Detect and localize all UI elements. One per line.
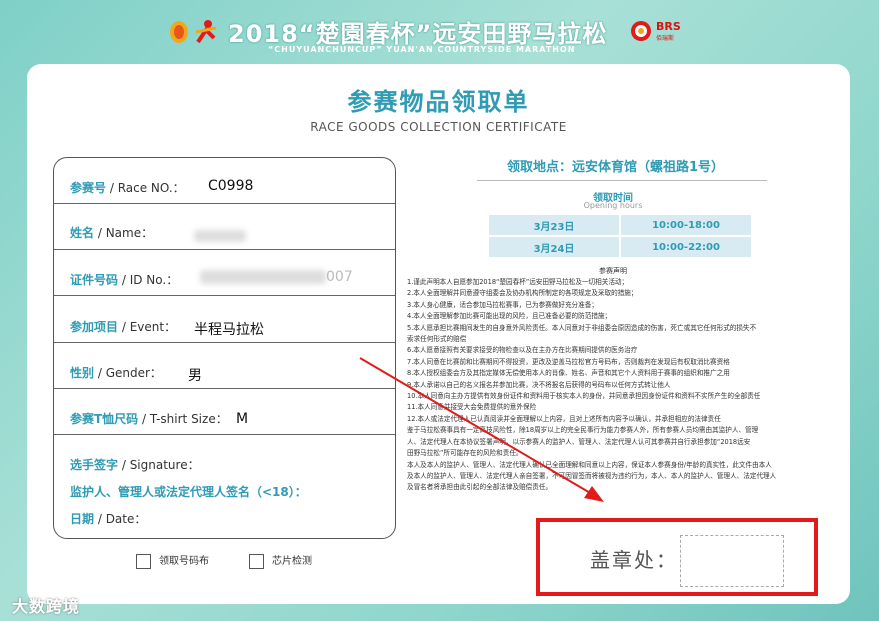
declaration-line: 鉴于马拉松赛事具有一定高技风险性，除18周岁以上的完全民事行为能力参赛人外，所有…: [407, 426, 759, 435]
id-value-tail: 007: [326, 269, 353, 285]
declaration-line: 索求任何形式的赔偿: [407, 335, 467, 344]
brs-logo: BRS: [656, 20, 681, 33]
runner-logo-icon: [195, 20, 217, 44]
hours-date: 3月23日: [487, 213, 621, 237]
event-label: 参加项目 / Event：: [70, 320, 177, 334]
race-no-label: 参赛号 / Race NO.：: [70, 181, 185, 195]
declaration-line: 田野马拉松”所可能存在的风险和责任。: [407, 449, 523, 458]
id-row: 证件号码 / ID No.： 007: [54, 250, 395, 296]
declaration-line: 10.本人同意向主办方提供有效身份证件和资料用于核实本人的身份，并同意承担因身份…: [407, 392, 761, 401]
declaration-line: 5.本人愿承担比赛期间发生的自身意外风险责任。本人同意对于非组委会原因造成的伤害…: [407, 323, 757, 332]
declaration-line: 6.本人愿意接照有关要求接受的物检查以及在主办方在比赛期间提供的医务治疗: [407, 346, 638, 355]
declaration-line: 3.本人身心健康，适合参加马拉松赛事，已为参赛做好充分准备；: [407, 300, 598, 309]
declaration-title: 参赛声明: [599, 267, 627, 275]
id-label: 证件号码 / ID No.：: [70, 273, 179, 287]
tshirt-label: 参赛T恤尺码 / T-shirt Size：: [70, 412, 228, 426]
declaration-text: 1.谨此声明本人自愿参加2018“楚园春杯”远安田野马拉松及一切相关活动； 2.…: [407, 277, 819, 494]
declaration-line: 7.本人同意在比赛前和比赛期间不得投资，更改及逆盖马拉松官方号码布，否则裁判在发…: [407, 357, 730, 366]
declaration-line: 8.本人授权组委会方及其指定媒体无偿使用本人的肖像、姓名、声音和其它个人资料用于…: [407, 369, 730, 378]
chip-check[interactable]: 芯片检测: [249, 552, 312, 569]
declaration-line: 9.本人承诺以自己的名义报名并参加比赛，决不将报名后获得的号码布以任何方式转让他…: [407, 380, 671, 389]
sponsor-logo-icon: [631, 21, 651, 41]
event-logo-icon: [170, 21, 188, 43]
name-redacted: [194, 230, 246, 242]
hours-date: 3月24日: [487, 235, 621, 259]
declaration-line: 及冒名者将承担由此引起的全部法律及赔偿责任。: [407, 483, 553, 492]
watermark: 大数跨境: [12, 597, 81, 616]
gender-value: 男: [188, 368, 202, 384]
date-label: 日期 / Date：: [70, 512, 147, 526]
chip-check-label: 芯片检测: [272, 556, 312, 567]
hours-row: 3月23日 10:00-18:00: [487, 213, 753, 237]
declaration-line: 1.谨此声明本人自愿参加2018“楚园春杯”远安田野马拉松及一切相关活动；: [407, 278, 629, 286]
gender-label: 性别 / Gender：: [70, 366, 162, 380]
gender-row: 性别 / Gender： 男: [54, 343, 395, 389]
id-redacted: [200, 270, 326, 284]
signature-label: 选手签字 / Signature：: [70, 458, 200, 472]
declaration-line: 12.本人或法定代理人已认真阅读并全面理解以上内容，且对上述所有内容予以确认，并…: [407, 414, 721, 423]
banner-subtitle: “CHUYUANCHUNCUP” YUAN'AN COUNTRYSIDE MAR…: [268, 45, 576, 54]
hours-time: 10:00-22:00: [619, 235, 753, 259]
event-banner: 2018“楚園春杯”远安田野马拉松 “CHUYUANCHUNCUP” YUAN'…: [0, 0, 879, 62]
stamp-highlight-box: 盖章处：: [536, 518, 818, 596]
location-divider: [477, 180, 767, 181]
hours-title-en: Opening hours: [583, 201, 643, 210]
certificate-title-en: RACE GOODS COLLECTION CERTIFICATE: [310, 120, 567, 134]
entrant-form: 参赛号 / Race NO.： C0998 姓名 / Name： 证件号码 / …: [53, 157, 396, 539]
declaration-line: 2.本人全面理解并同意遵守组委会及协办机构所制定的各项规定及采取的措施；: [407, 289, 638, 298]
tshirt-row: 参赛T恤尺码 / T-shirt Size： M: [54, 389, 395, 435]
declaration-line: 及本人的监护人、管理人、法定代理人亲自签署，不可因冒签而将被视为违约行为，本人、…: [407, 471, 777, 480]
stamp-area: [680, 535, 784, 587]
bib-check-label: 领取号码布: [159, 556, 209, 567]
brs-logo-sub: 佰瑞斯: [656, 35, 675, 42]
event-value: 半程马拉松: [194, 322, 264, 338]
name-row: 姓名 / Name：: [54, 204, 395, 250]
declaration-line: 4.本人全面理解参加比赛可能出现的风险，且已准备必要的防范措施；: [407, 312, 612, 321]
name-label: 姓名 / Name：: [70, 226, 154, 240]
hours-time: 10:00-18:00: [619, 213, 753, 237]
declaration-line: 人、法定代理人在本协议签署声明，以示参赛人的监护人、管理人、法定代理人认可其参赛…: [407, 437, 751, 446]
signature-block: 选手签字 / Signature： 监护人、管理人或法定代理人签名（<18）： …: [54, 435, 395, 535]
collection-location: 领取地点：远安体育馆（螺祖路1号）: [507, 160, 725, 175]
chip-checkbox[interactable]: [249, 553, 264, 569]
hours-row: 3月24日 10:00-22:00: [487, 235, 753, 259]
tshirt-value: M: [236, 411, 249, 427]
certificate-title: 参赛物品领取单: [347, 88, 530, 116]
banner-title: 2018“楚園春杯”远安田野马拉松: [228, 20, 608, 48]
race-no-row: 参赛号 / Race NO.： C0998: [54, 158, 395, 204]
race-no-value: C0998: [208, 178, 254, 194]
event-row: 参加项目 / Event： 半程马拉松: [54, 296, 395, 343]
guardian-signature-label: 监护人、管理人或法定代理人签名（<18）：: [70, 485, 307, 499]
declaration-line: 11.本人同意并接受大会免费提供的意外保险: [407, 403, 537, 412]
bib-check[interactable]: 领取号码布: [136, 552, 209, 569]
declaration-line: 本人及本人的监护人、管理人、法定代理人确认已全面理解和同意以上内容，保证本人参赛…: [407, 460, 772, 469]
bib-checkbox[interactable]: [136, 553, 151, 569]
hours-table: 3月23日 10:00-18:00 3月24日 10:00-22:00: [487, 213, 753, 259]
stamp-label: 盖章处：: [590, 548, 678, 572]
